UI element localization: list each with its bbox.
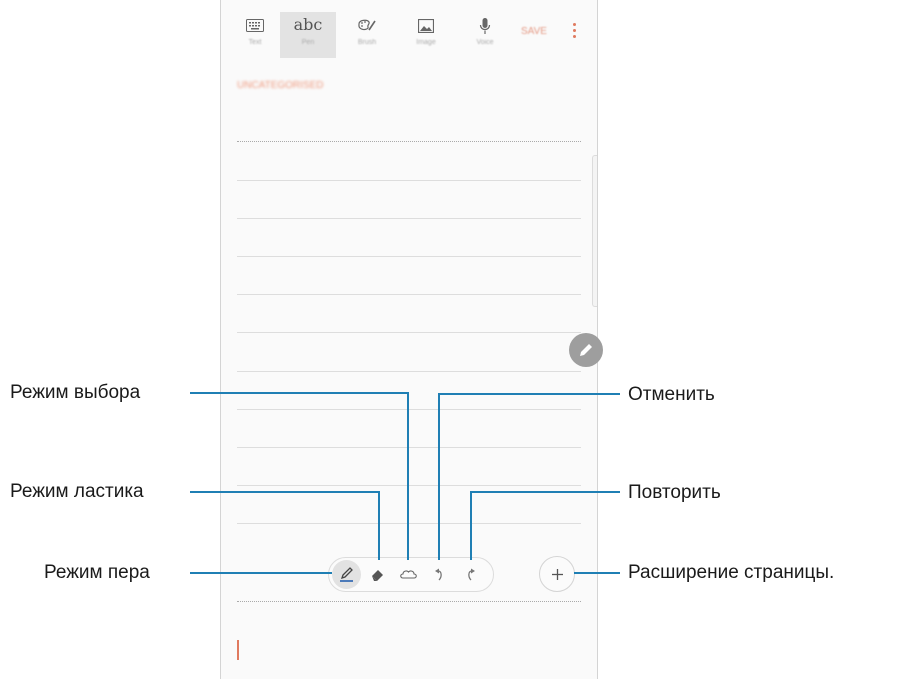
page-expansion-callout: Расширение страницы. (628, 562, 835, 583)
callout-line-eraser (190, 491, 380, 560)
selection-mode-callout: Режим выбора (10, 382, 141, 403)
redo-callout: Повторить (628, 482, 721, 503)
undo-callout: Отменить (628, 384, 715, 405)
callout-line-selection (190, 392, 409, 560)
callout-line-redo (470, 491, 620, 560)
eraser-mode-callout: Режим ластика (10, 481, 144, 502)
pen-mode-callout: Режим пера (44, 562, 150, 583)
callout-line-undo (438, 393, 620, 560)
